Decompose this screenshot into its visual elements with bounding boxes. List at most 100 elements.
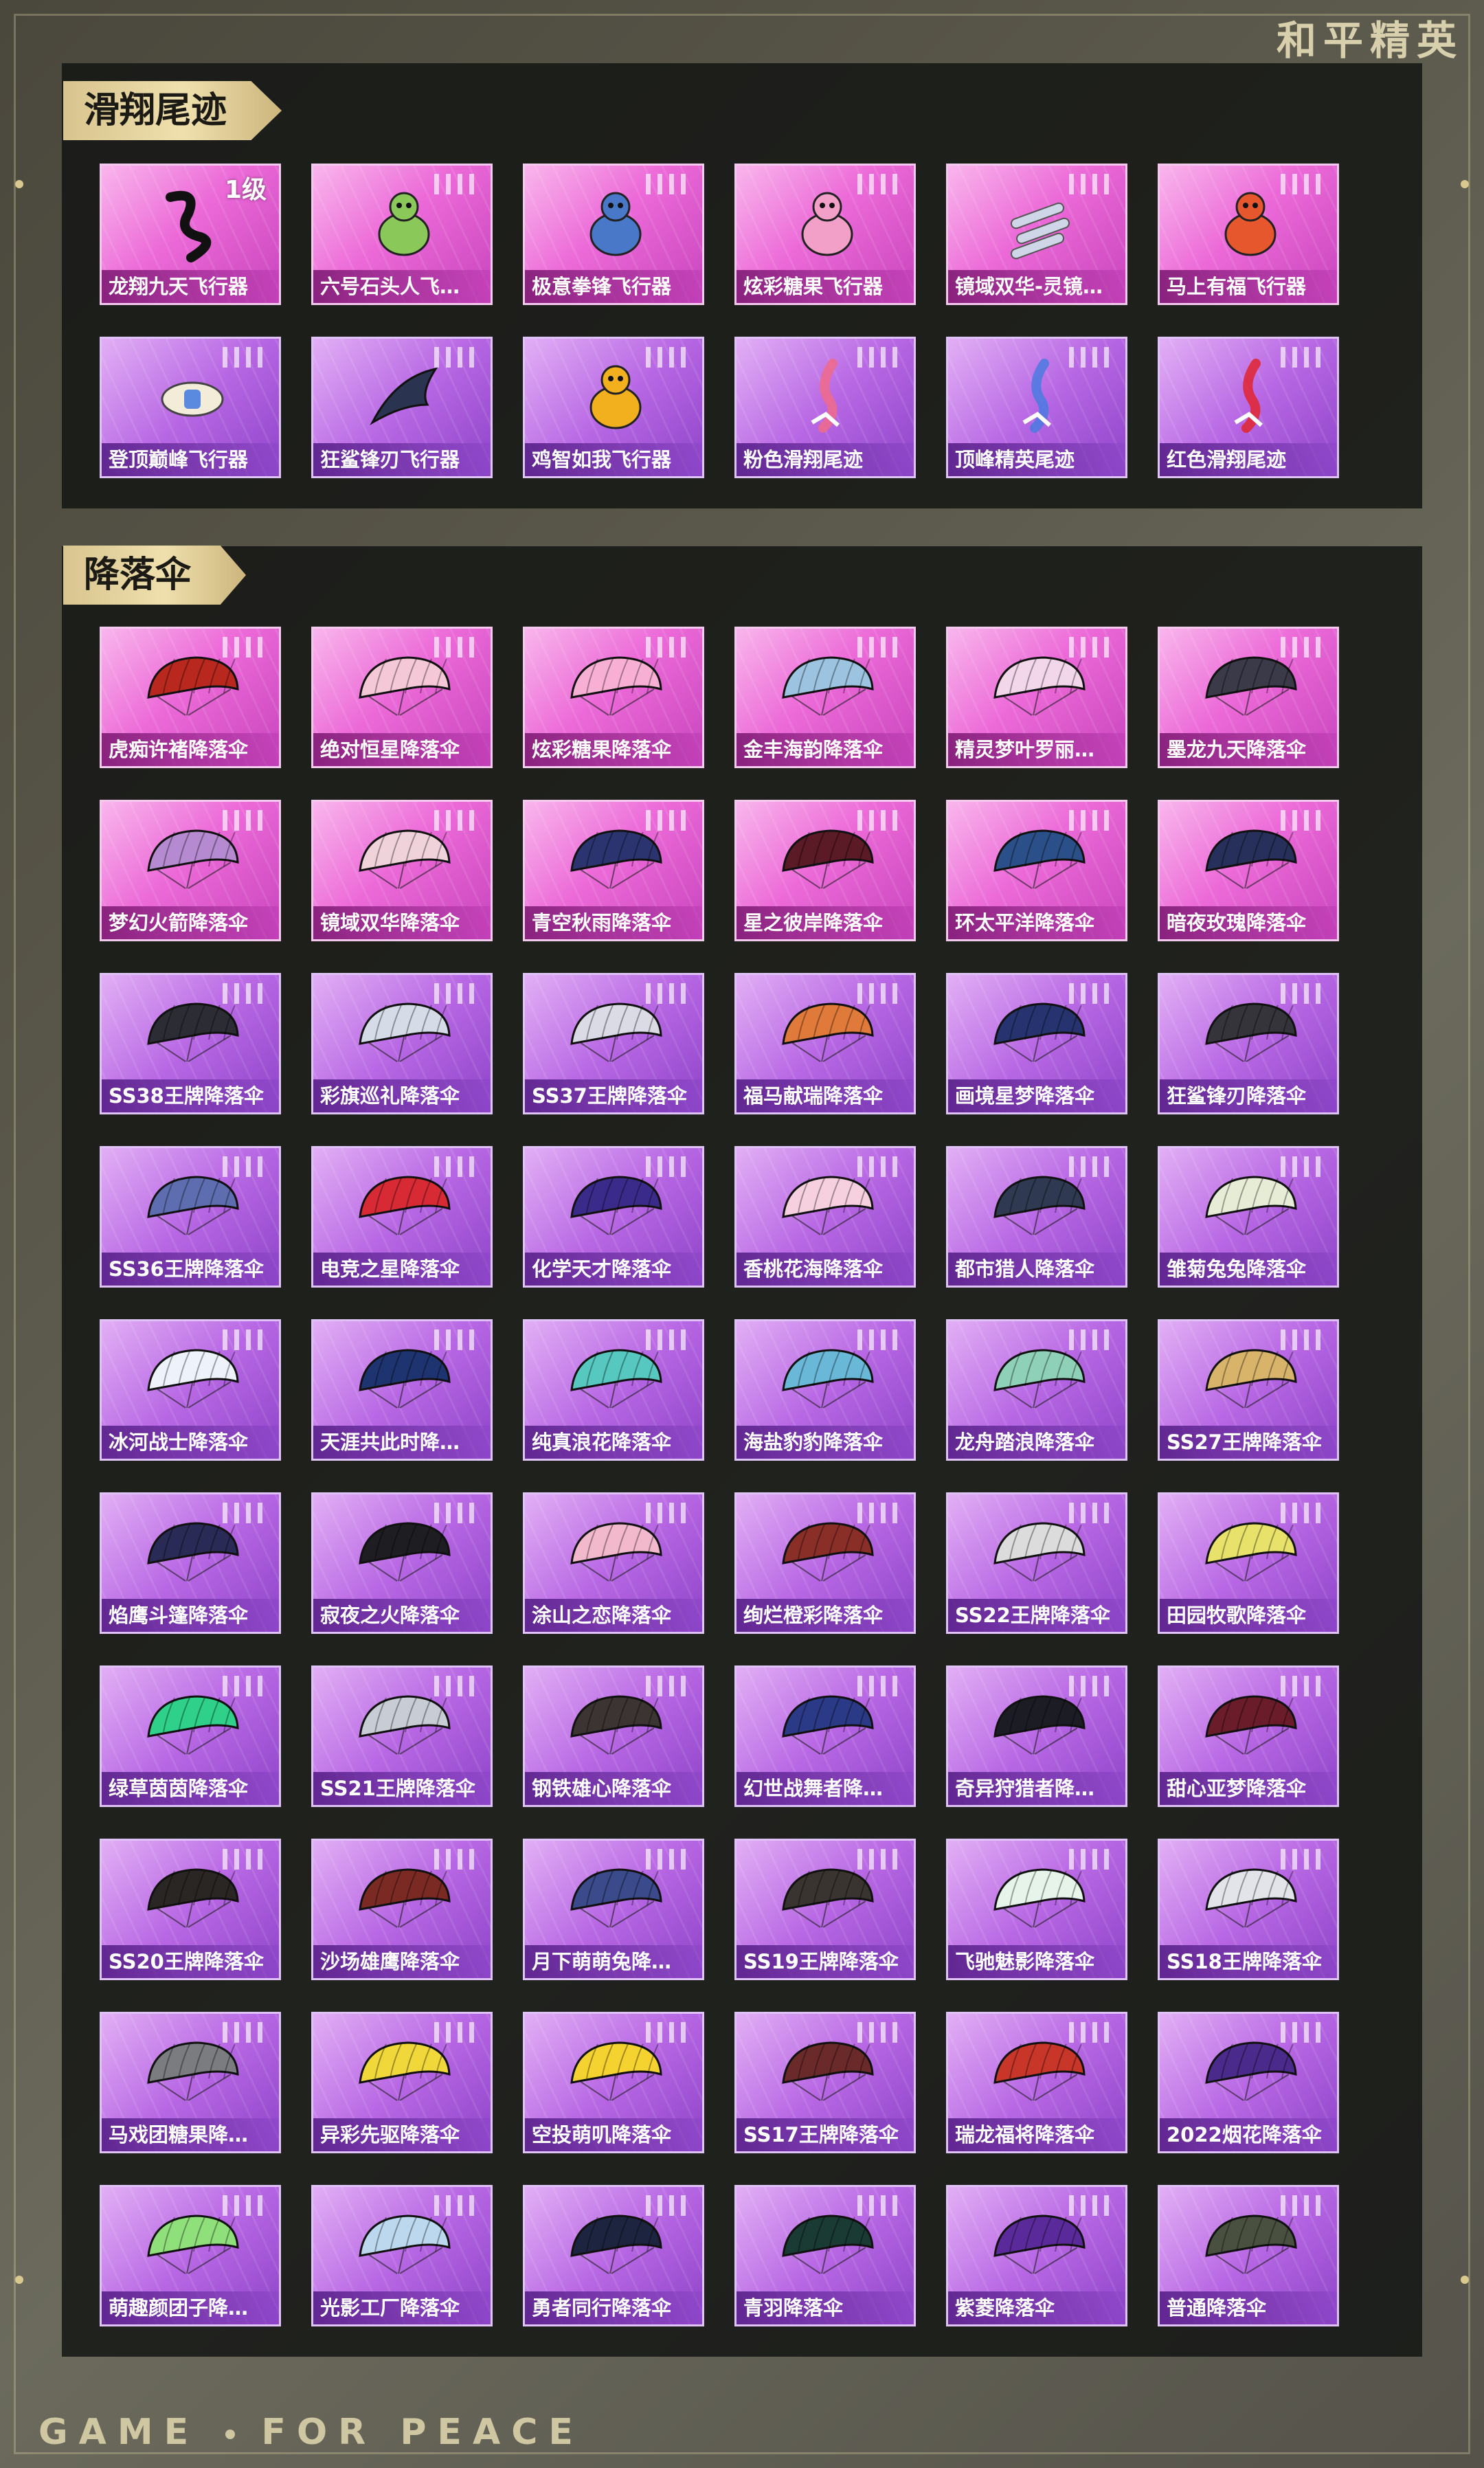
frame-dot-icon [1461, 180, 1469, 188]
parachute-item-card[interactable]: SS20王牌降落伞 [100, 1839, 281, 1980]
parachute-item-card[interactable]: 勇者同行降落伞 [523, 2185, 704, 2326]
parachute-item-card[interactable]: 瑞龙福将降落伞 [946, 2012, 1127, 2153]
parachute-item-card[interactable]: 炫彩糖果降落伞 [523, 627, 704, 768]
glide-item-card[interactable]: 狂鲨锋刃飞行器 [311, 337, 493, 478]
item-name-label: 暗夜玫瑰降落伞 [1160, 906, 1337, 939]
parachute-item-card[interactable]: 梦幻火箭降落伞 [100, 800, 281, 941]
glide-item-card[interactable]: 极意拳锋飞行器 [523, 164, 704, 305]
parachute-item-card[interactable]: 海盐豹豹降落伞 [734, 1319, 916, 1461]
parachute-icon [570, 1695, 662, 1755]
blade-glider-icon [1010, 202, 1070, 260]
parachute-item-card[interactable]: 天涯共此时降… [311, 1319, 493, 1461]
parachute-item-card[interactable]: 马戏团糖果降… [100, 2012, 281, 2153]
parachute-item-card[interactable]: 彩旗巡礼降落伞 [311, 973, 493, 1114]
item-name-label: 墨龙九天降落伞 [1160, 733, 1337, 766]
parachute-item-card[interactable]: 镜域双华降落伞 [311, 800, 493, 941]
parachute-item-card[interactable]: 青羽降落伞 [734, 2185, 916, 2326]
parachute-icon [782, 1695, 874, 1755]
parachute-icon [359, 1176, 451, 1235]
parachute-item-card[interactable]: 福马献瑞降落伞 [734, 973, 916, 1114]
item-name-label: 鸡智如我飞行器 [525, 443, 702, 476]
parachute-item-card[interactable]: 幻世战舞者降… [734, 1665, 916, 1807]
item-name-label: 涂山之恋降落伞 [525, 1599, 702, 1632]
chicken-glider-icon [589, 365, 642, 429]
parachute-item-card[interactable]: 光影工厂降落伞 [311, 2185, 493, 2326]
parachute-icon [359, 1349, 451, 1409]
parachute-icon [1205, 1522, 1297, 1582]
glide-item-card[interactable]: 1级 龙翔九天飞行器 [100, 164, 281, 305]
parachute-item-card[interactable]: SS18王牌降落伞 [1158, 1839, 1339, 1980]
glide-item-card[interactable]: 红色滑翔尾迹 [1158, 337, 1339, 478]
parachute-item-card[interactable]: 龙舟踏浪降落伞 [946, 1319, 1127, 1461]
parachute-item-card[interactable]: SS22王牌降落伞 [946, 1492, 1127, 1634]
item-name-label: 极意拳锋飞行器 [525, 270, 702, 303]
item-name-label: 瑞龙福将降落伞 [948, 2118, 1125, 2151]
parachute-item-card[interactable]: 绿草茵茵降落伞 [100, 1665, 281, 1807]
parachute-item-card[interactable]: SS17王牌降落伞 [734, 2012, 916, 2153]
parachute-item-card[interactable]: 田园牧歌降落伞 [1158, 1492, 1339, 1634]
parachute-item-card[interactable]: 青空秋雨降落伞 [523, 800, 704, 941]
glide-item-card[interactable]: 粉色滑翔尾迹 [734, 337, 916, 478]
parachute-item-card[interactable]: 狂鲨锋刃降落伞 [1158, 973, 1339, 1114]
item-name-label: 彩旗巡礼降落伞 [313, 1079, 491, 1112]
parachute-item-card[interactable]: 绚烂橙彩降落伞 [734, 1492, 916, 1634]
parachute-item-card[interactable]: SS19王牌降落伞 [734, 1839, 916, 1980]
parachute-item-card[interactable]: 甜心亚梦降落伞 [1158, 1665, 1339, 1807]
parachute-item-card[interactable]: 寂夜之火降落伞 [311, 1492, 493, 1634]
elite-smoke-trail-icon [1022, 359, 1051, 433]
parachute-item-card[interactable]: 钢铁雄心降落伞 [523, 1665, 704, 1807]
parachute-item-card[interactable]: SS38王牌降落伞 [100, 973, 281, 1114]
parachute-item-card[interactable]: 金丰海韵降落伞 [734, 627, 916, 768]
parachute-item-card[interactable]: 画境星梦降落伞 [946, 973, 1127, 1114]
parachute-icon [993, 1695, 1086, 1755]
parachute-icon [359, 2214, 451, 2274]
glide-item-card[interactable]: 马上有福飞行器 [1158, 164, 1339, 305]
item-name-label: 粉色滑翔尾迹 [737, 443, 914, 476]
parachute-item-card[interactable]: 电竞之星降落伞 [311, 1146, 493, 1288]
parachute-icon [147, 1522, 239, 1582]
glide-item-card[interactable]: 炫彩糖果飞行器 [734, 164, 916, 305]
parachute-item-card[interactable]: 沙场雄鹰降落伞 [311, 1839, 493, 1980]
parachute-item-card[interactable]: 墨龙九天降落伞 [1158, 627, 1339, 768]
parachute-item-card[interactable]: 普通降落伞 [1158, 2185, 1339, 2326]
parachute-item-card[interactable]: 涂山之恋降落伞 [523, 1492, 704, 1634]
parachute-item-card[interactable]: SS21王牌降落伞 [311, 1665, 493, 1807]
parachute-item-card[interactable]: 都市猎人降落伞 [946, 1146, 1127, 1288]
parachute-item-card[interactable]: 空投萌叽降落伞 [523, 2012, 704, 2153]
glide-item-card[interactable]: 登顶巅峰飞行器 [100, 337, 281, 478]
parachute-icon [359, 1522, 451, 1582]
parachute-item-card[interactable]: 星之彼岸降落伞 [734, 800, 916, 941]
parachute-icon [147, 1002, 239, 1062]
glide-item-card[interactable]: 顶峰精英尾迹 [946, 337, 1127, 478]
parachute-item-card[interactable]: 紫菱降落伞 [946, 2185, 1127, 2326]
parachute-item-card[interactable]: 化学天才降落伞 [523, 1146, 704, 1288]
parachute-item-card[interactable]: 暗夜玫瑰降落伞 [1158, 800, 1339, 941]
item-name-label: 紫菱降落伞 [948, 2291, 1125, 2324]
parachute-item-card[interactable]: 奇异狩猎者降… [946, 1665, 1127, 1807]
parachute-item-card[interactable]: 异彩先驱降落伞 [311, 2012, 493, 2153]
parachute-item-card[interactable]: 冰河战士降落伞 [100, 1319, 281, 1461]
parachute-item-card[interactable]: SS27王牌降落伞 [1158, 1319, 1339, 1461]
glide-item-card[interactable]: 鸡智如我飞行器 [523, 337, 704, 478]
glide-item-card[interactable]: 六号石头人飞… [311, 164, 493, 305]
parachute-item-card[interactable]: 焰鹰斗篷降落伞 [100, 1492, 281, 1634]
parachute-icon [782, 1522, 874, 1582]
parachute-item-card[interactable]: 环太平洋降落伞 [946, 800, 1127, 941]
parachute-item-card[interactable]: 绝对恒星降落伞 [311, 627, 493, 768]
parachute-item-card[interactable]: SS37王牌降落伞 [523, 973, 704, 1114]
item-name-label: SS21王牌降落伞 [313, 1772, 491, 1805]
parachute-icon [1205, 1002, 1297, 1062]
parachute-item-card[interactable]: 月下萌萌兔降… [523, 1839, 704, 1980]
parachute-item-card[interactable]: 精灵梦叶罗丽… [946, 627, 1127, 768]
item-name-label: SS18王牌降落伞 [1160, 1945, 1337, 1978]
parachute-item-card[interactable]: 纯真浪花降落伞 [523, 1319, 704, 1461]
parachute-item-card[interactable]: 雏菊兔兔降落伞 [1158, 1146, 1339, 1288]
parachute-item-card[interactable]: 虎痴许褚降落伞 [100, 627, 281, 768]
parachute-item-card[interactable]: 飞驰魅影降落伞 [946, 1839, 1127, 1980]
parachute-item-card[interactable]: 萌趣颜团子降… [100, 2185, 281, 2326]
parachute-item-card[interactable]: 香桃花海降落伞 [734, 1146, 916, 1288]
parachute-item-card[interactable]: SS36王牌降落伞 [100, 1146, 281, 1288]
item-name-label: 镜域双华降落伞 [313, 906, 491, 939]
glide-item-card[interactable]: 镜域双华-灵镜… [946, 164, 1127, 305]
parachute-item-card[interactable]: 2022烟花降落伞 [1158, 2012, 1339, 2153]
